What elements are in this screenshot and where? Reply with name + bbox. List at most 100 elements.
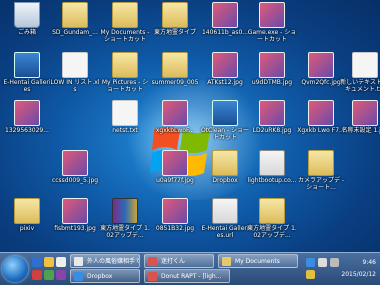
desktop-icon-label: xgxkbLwoF... bbox=[155, 127, 195, 134]
clock-time[interactable]: 9:46 bbox=[363, 259, 376, 266]
quicklaunch-media-icon[interactable] bbox=[32, 270, 42, 280]
folder-icon bbox=[62, 2, 88, 28]
folder-shortcut-icon bbox=[112, 52, 138, 78]
desktop-icon[interactable]: OtClean - ショートカット bbox=[200, 100, 250, 141]
image-icon bbox=[308, 100, 334, 126]
notification-icon[interactable] bbox=[306, 270, 315, 279]
taskbar-app-icon bbox=[222, 257, 231, 266]
image-icon bbox=[162, 198, 188, 224]
desktop-icon[interactable]: E-Hentai Galleries bbox=[2, 52, 52, 93]
taskbar-button[interactable]: My Documents bbox=[218, 254, 298, 268]
desktop-icon-label: pixiv bbox=[19, 225, 35, 232]
desktop-icon-label: 140611b_as0... bbox=[201, 29, 249, 36]
taskbar-app-icon bbox=[148, 257, 157, 266]
volume-icon[interactable] bbox=[330, 258, 339, 267]
desktop-icon[interactable]: SD_Gundam_... bbox=[50, 2, 100, 36]
quicklaunch-ie-icon[interactable] bbox=[32, 257, 42, 267]
desktop-icon-label: u9dDTMB.jpg bbox=[251, 79, 293, 86]
desktop-icon[interactable]: Game.exe - ショートカット bbox=[247, 2, 297, 43]
image-icon bbox=[62, 198, 88, 224]
desktop-icon[interactable]: pixiv bbox=[2, 198, 52, 232]
desktop-icon-label: Game.exe - ショートカット bbox=[247, 29, 297, 43]
desktop-icon-label: Dropbox bbox=[212, 177, 238, 184]
desktop-icon[interactable]: ATKst12.jpg bbox=[200, 52, 250, 86]
recycle-bin-icon bbox=[14, 2, 40, 28]
image-icon bbox=[162, 100, 188, 126]
desktop-icon[interactable]: 新しいテキスト ドキュメント.txt bbox=[340, 52, 380, 93]
desktop: ごみ箱 SD_Gundam_... My Documents - ショートカット 東方… bbox=[0, 0, 380, 252]
taskbar: 外人の風俗嬢相手で... 迷打くん My Documents Dropbox Donut… bbox=[0, 252, 380, 285]
desktop-icon[interactable]: 名称未設定 1.jpg bbox=[340, 100, 380, 134]
desktop-icon[interactable]: 1329563029... bbox=[2, 100, 52, 134]
network-icon[interactable] bbox=[318, 258, 327, 267]
desktop-icon-label: 1329563029... bbox=[5, 127, 49, 134]
desktop-icon[interactable]: xgxkbLwoF... bbox=[150, 100, 200, 134]
image-icon bbox=[308, 52, 334, 78]
quicklaunch-misc-icon[interactable] bbox=[56, 270, 66, 280]
taskbar-button[interactable]: Dropbox bbox=[70, 269, 140, 283]
folder-shortcut-icon bbox=[112, 2, 138, 28]
desktop-icon[interactable]: My Documents - ショートカット bbox=[100, 2, 150, 43]
desktop-icon[interactable]: 東方地霊タイプ 1.02アップデ... bbox=[100, 198, 150, 239]
desktop-icon[interactable]: netst.txt bbox=[100, 100, 150, 134]
quicklaunch-doc-icon[interactable] bbox=[56, 257, 66, 267]
desktop-icon-label: 新しいテキスト ドキュメント.txt bbox=[340, 79, 380, 93]
image-icon bbox=[259, 2, 285, 28]
desktop-icon-label: ごみ箱 bbox=[17, 29, 36, 36]
desktop-icon-label: LD2uRK8.jpg bbox=[252, 127, 292, 134]
taskbar-button-label: Donut RAPT - [ligh... bbox=[161, 273, 222, 280]
desktop-icon[interactable]: u9dDTMB.jpg bbox=[247, 52, 297, 86]
desktop-icon[interactable]: ごみ箱 bbox=[2, 2, 52, 36]
quicklaunch-app-icon[interactable] bbox=[44, 270, 54, 280]
desktop-icon[interactable]: lightbootup.co... bbox=[247, 150, 297, 184]
desktop-icon[interactable]: summer09_005 bbox=[150, 52, 200, 86]
desktop-icon[interactable]: My Pictures - ショートカット bbox=[100, 52, 150, 93]
web-icon bbox=[259, 150, 285, 176]
taskbar-button[interactable]: 外人の風俗嬢相手で... bbox=[70, 254, 140, 268]
desktop-icon[interactable]: Xgxkb Lwo F7... bbox=[296, 100, 346, 134]
dropbox-tray-icon[interactable] bbox=[306, 258, 315, 267]
desktop-icon[interactable]: 140611b_as0... bbox=[200, 2, 250, 36]
desktop-icon-label: 東方地霊タイプ bbox=[153, 29, 196, 36]
desktop-icon[interactable]: u0a9f77f.jpg bbox=[150, 150, 200, 184]
desktop-icon[interactable]: 東方地霊タイプ 1.02アップデ... bbox=[247, 198, 297, 239]
desktop-icon-label: 名称未設定 1.jpg bbox=[341, 127, 380, 134]
desktop-icon[interactable]: Qvm2Qfc.jpg bbox=[296, 52, 346, 86]
desktop-icon-label: E-Hentai Galleries bbox=[3, 79, 51, 93]
image-icon bbox=[352, 100, 378, 126]
desktop-icon-label: Qvm2Qfc.jpg bbox=[301, 79, 341, 86]
image-icon bbox=[259, 52, 285, 78]
taskbar-button[interactable]: Donut RAPT - [ligh... bbox=[144, 269, 230, 283]
desktop-icon[interactable]: fisbmt193.jpg bbox=[50, 198, 100, 232]
quicklaunch-folder-icon[interactable] bbox=[44, 257, 54, 267]
desktop-icon[interactable]: LD2uRK8.jpg bbox=[247, 100, 297, 134]
taskbar-button-label: Dropbox bbox=[87, 273, 113, 280]
desktop-icon[interactable]: ccssd009_5.jpg bbox=[50, 150, 100, 184]
desktop-icon-label: Xgxkb Lwo F7... bbox=[297, 127, 345, 134]
desktop-icon-label: summer09_005 bbox=[151, 79, 199, 86]
image-icon bbox=[162, 150, 188, 176]
desktop-icon[interactable]: LOW IN リスト.xls bbox=[50, 52, 100, 93]
taskbar-button-label: 外人の風俗嬢相手で... bbox=[87, 258, 140, 265]
image-icon bbox=[259, 100, 285, 126]
desktop-icon-label: LOW IN リスト.xls bbox=[50, 79, 100, 93]
web-icon bbox=[212, 198, 238, 224]
taskbar-app-icon bbox=[74, 272, 83, 281]
app-icon bbox=[14, 52, 40, 78]
desktop-icon[interactable]: カメラアップデ - ショート... bbox=[296, 150, 346, 191]
taskbar-button-label: My Documents bbox=[235, 258, 280, 265]
folder-icon bbox=[14, 198, 40, 224]
image-icon bbox=[212, 52, 238, 78]
desktop-icon-label: 0851B32.jpg bbox=[155, 225, 195, 232]
start-button[interactable] bbox=[2, 256, 28, 282]
desktop-icon-label: My Pictures - ショートカット bbox=[101, 79, 149, 93]
desktop-icon[interactable]: 0851B32.jpg bbox=[150, 198, 200, 232]
archive-icon bbox=[112, 198, 138, 224]
taskbar-app-icon bbox=[74, 257, 83, 266]
desktop-icon[interactable]: 東方地霊タイプ bbox=[150, 2, 200, 36]
desktop-icon-label: ATKst12.jpg bbox=[207, 79, 243, 86]
clock-date[interactable]: 2015/02/12 bbox=[341, 271, 376, 278]
desktop-icon[interactable]: Dropbox bbox=[200, 150, 250, 184]
taskbar-button[interactable]: 迷打くん bbox=[144, 254, 214, 268]
desktop-icon[interactable]: E-Hentai Galleries.url bbox=[200, 198, 250, 239]
